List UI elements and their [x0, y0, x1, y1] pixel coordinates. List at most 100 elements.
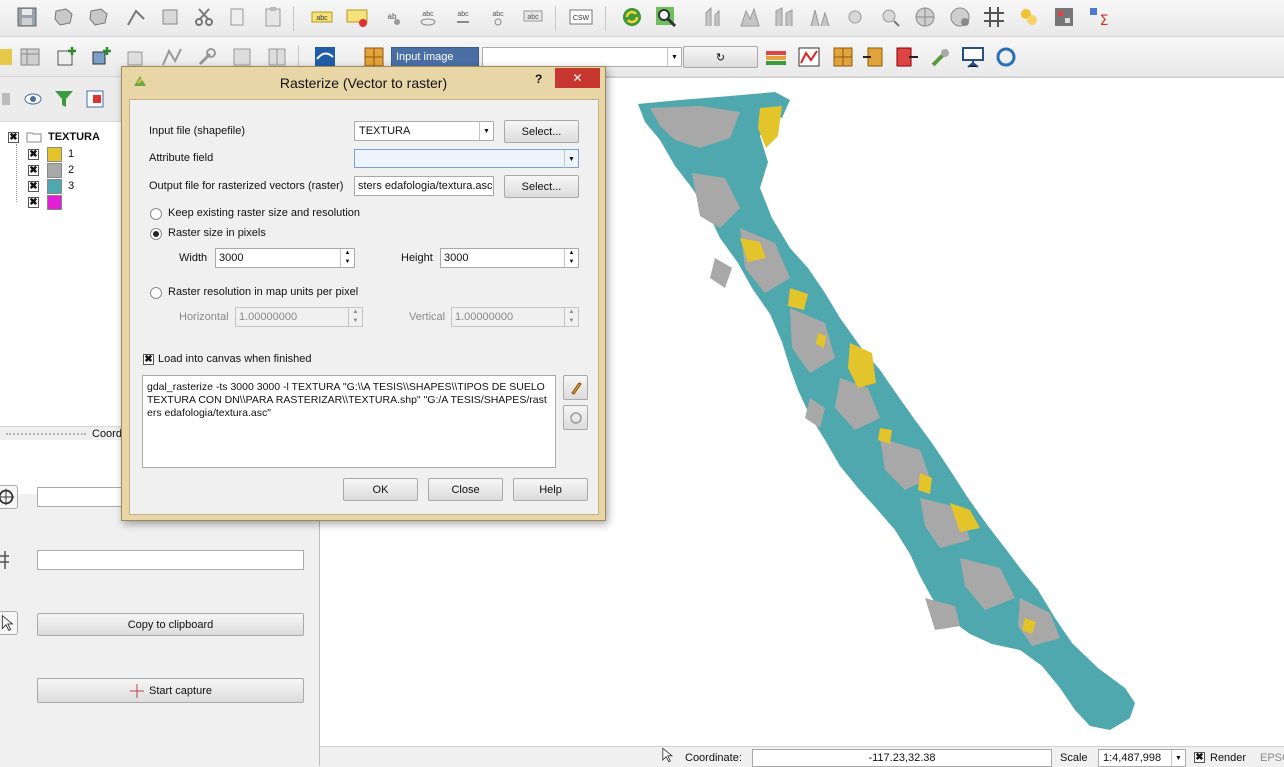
grid-crs-icon[interactable] — [0, 548, 16, 572]
help-button[interactable]: Help — [513, 478, 588, 501]
rotate-button[interactable]: ↻ — [683, 46, 758, 68]
profile-icon[interactable] — [703, 5, 727, 29]
crs-button[interactable] — [0, 485, 18, 509]
copy-to-clipboard-button[interactable]: Copy to clipboard — [37, 613, 304, 636]
crosshair-icon — [129, 683, 145, 699]
cut-icon[interactable] — [192, 5, 216, 29]
mouse-capture-icon[interactable] — [0, 611, 18, 635]
input-file-combo[interactable]: TEXTURA ▼ — [354, 121, 494, 141]
render-checkbox[interactable]: ✖ — [1194, 752, 1205, 763]
tools-icon[interactable] — [929, 45, 953, 69]
presentation-icon[interactable] — [961, 45, 985, 69]
add-feature-icon[interactable] — [55, 45, 79, 69]
label-move-icon[interactable]: abc — [451, 5, 475, 29]
status-bar: Coordinate: -117.23,32.38 Scale 1:4,487,… — [320, 745, 1284, 767]
raster-resolution-radio[interactable] — [150, 287, 162, 299]
label-settings-icon[interactable] — [345, 5, 369, 29]
save-icon[interactable] — [15, 5, 39, 29]
epsg-label[interactable]: EPSG — [1260, 752, 1284, 764]
eye-icon[interactable] — [22, 87, 46, 111]
coordinate-field-2[interactable] — [37, 550, 304, 570]
horizontal-field[interactable]: 1.00000000 ▲ ▼ — [235, 307, 363, 327]
keep-existing-radio[interactable] — [150, 208, 162, 220]
raster-grid-icon[interactable] — [831, 45, 855, 69]
add-layer-icon[interactable] — [52, 5, 76, 29]
layer-options-icon[interactable] — [0, 87, 14, 111]
input-image-combo[interactable]: Input image — [391, 47, 479, 67]
command-textarea[interactable]: gdal_rasterize -ts 3000 3000 -l TEXTURA … — [142, 375, 556, 468]
close-icon[interactable]: ✕ — [555, 68, 600, 88]
globe-icon[interactable] — [913, 5, 937, 29]
paste-icon[interactable] — [261, 5, 285, 29]
statistics-icon[interactable]: Σ — [1088, 5, 1112, 29]
layer-group-name[interactable]: TEXTURA — [48, 131, 100, 143]
group-checkbox[interactable]: ✖ — [8, 132, 19, 143]
help-icon[interactable]: ? — [535, 72, 549, 86]
sun-settings-icon[interactable] — [878, 5, 902, 29]
edit-command-button[interactable] — [563, 375, 588, 400]
label-change-icon[interactable]: abc — [521, 5, 545, 29]
raster-select-combo[interactable]: ▼ — [482, 47, 682, 67]
terrain-icon[interactable] — [738, 5, 762, 29]
vertical-field[interactable]: 1.00000000 ▲ ▼ — [451, 307, 579, 327]
legend-checkbox[interactable]: ✖ — [28, 165, 39, 176]
label-icon[interactable]: abc — [310, 5, 334, 29]
height-field[interactable]: 3000 ▲ ▼ — [440, 248, 579, 268]
profile-plot-icon[interactable] — [797, 45, 821, 69]
sun-icon[interactable] — [843, 5, 867, 29]
add-part-icon[interactable] — [90, 45, 114, 69]
expand-layers-icon[interactable] — [84, 87, 108, 111]
height-spinner[interactable]: ▲ ▼ — [564, 249, 578, 267]
layer-table-icon[interactable] — [18, 45, 42, 69]
width-spinner[interactable]: ▲ ▼ — [340, 249, 354, 267]
coordinate-display[interactable]: -117.23,32.38 — [752, 749, 1052, 767]
reset-icon — [568, 410, 584, 426]
horizontal-spinner[interactable]: ▲ ▼ — [348, 308, 362, 326]
width-field[interactable]: 3000 ▲ ▼ — [215, 248, 355, 268]
legend-checkbox[interactable]: ✖ — [28, 181, 39, 192]
node-tool-icon[interactable] — [124, 5, 148, 29]
relief-icon[interactable] — [808, 5, 832, 29]
load-canvas-checkbox[interactable]: ✖ — [143, 354, 154, 365]
svg-text:abc: abc — [457, 11, 469, 18]
globe-settings-icon[interactable] — [948, 5, 972, 29]
histogram-icon[interactable] — [764, 45, 788, 69]
edit-layer-icon[interactable] — [87, 5, 111, 29]
input-select-button[interactable]: Select... — [504, 120, 579, 143]
scale-combo[interactable]: 1:4,487,998 ▼ — [1098, 749, 1186, 767]
coordinate-panel-tab[interactable]: Coordi — [92, 428, 124, 440]
points-icon[interactable] — [1017, 5, 1041, 29]
dialog-titlebar[interactable]: Rasterize (Vector to raster) ? ✕ — [122, 67, 605, 99]
vertical-spinner[interactable]: ▲ ▼ — [564, 308, 578, 326]
legend-checkbox[interactable]: ✖ — [28, 149, 39, 160]
copy-icon[interactable] — [225, 5, 249, 29]
label-rotate-icon[interactable]: abc — [486, 5, 510, 29]
refresh-icon[interactable] — [620, 5, 644, 29]
output-select-button[interactable]: Select... — [504, 175, 579, 198]
coordinate-value: -117.23,32.38 — [868, 752, 936, 764]
width-value: 3000 — [219, 252, 244, 264]
reset-command-button[interactable] — [563, 405, 588, 430]
output-file-field[interactable]: sters edafologia/textura.asc — [354, 176, 494, 196]
sync-icon[interactable] — [994, 45, 1018, 69]
search-map-icon[interactable] — [654, 5, 678, 29]
ok-button[interactable]: OK — [343, 478, 418, 501]
raster-size-radio[interactable] — [150, 228, 162, 240]
label-show-icon[interactable]: abc — [416, 5, 440, 29]
filter-icon[interactable] — [52, 87, 76, 111]
close-button[interactable]: Close — [428, 478, 503, 501]
label-pin-icon[interactable]: ab — [380, 5, 404, 29]
messages-icon[interactable] — [657, 745, 677, 765]
csw-icon[interactable]: CSW — [569, 5, 593, 29]
raster-calc-icon[interactable] — [1052, 5, 1076, 29]
attribute-field-combo[interactable]: ▼ — [354, 149, 579, 168]
export-raster-icon[interactable] — [895, 45, 919, 69]
hillshade-icon[interactable] — [773, 5, 797, 29]
coordinate-field-1[interactable] — [37, 487, 123, 507]
legend-checkbox[interactable]: ✖ — [28, 197, 39, 208]
digitize-icon[interactable] — [0, 45, 14, 69]
grid-icon[interactable] — [982, 5, 1006, 29]
delete-selected-icon[interactable] — [158, 5, 182, 29]
transform-icon[interactable] — [862, 45, 886, 69]
start-capture-button[interactable]: Start capture — [37, 678, 304, 703]
